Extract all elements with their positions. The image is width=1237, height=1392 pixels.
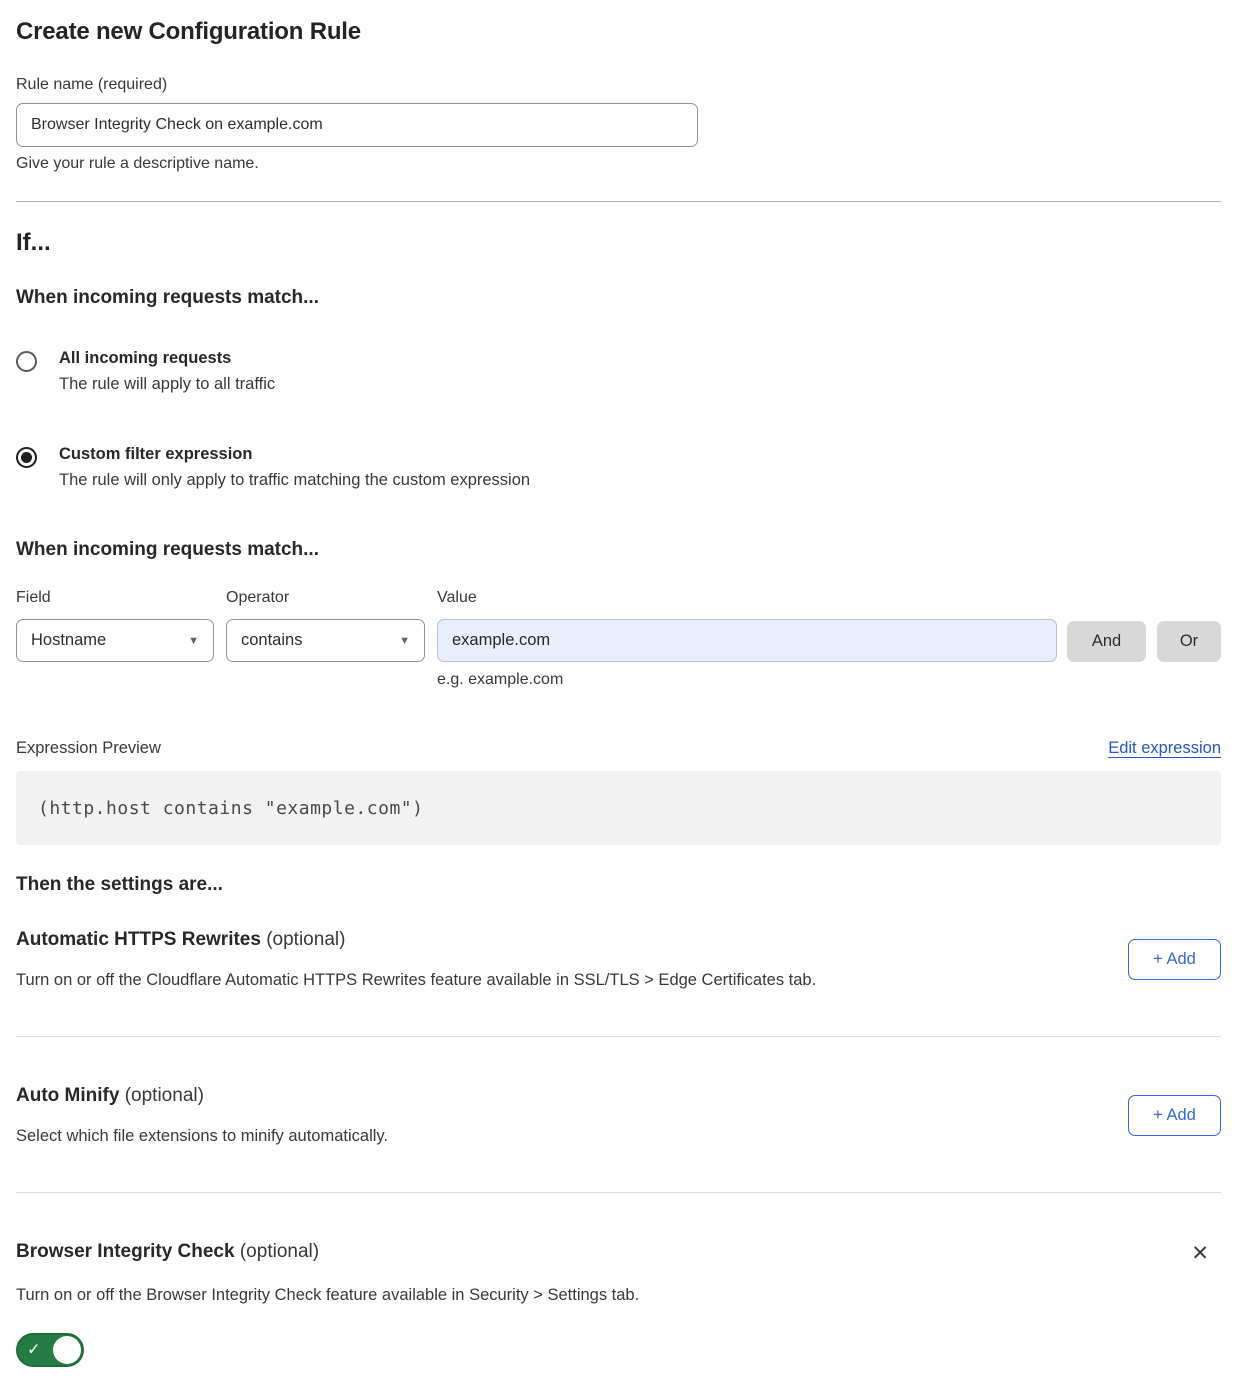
radio-option-description: The rule will apply to all traffic	[59, 375, 275, 394]
if-heading: If...	[16, 229, 1221, 257]
then-heading: Then the settings are...	[16, 874, 1221, 896]
value-label: Value	[437, 589, 1057, 607]
radio-option-label: All incoming requests	[59, 349, 275, 368]
section-divider	[16, 201, 1221, 202]
filter-heading: When incoming requests match...	[16, 539, 1221, 561]
operator-label: Operator	[226, 589, 425, 607]
setting-optional-tag: (optional)	[240, 1241, 319, 1262]
setting-auto-minify: Auto Minify (optional) Select which file…	[16, 1085, 1221, 1146]
radio-option-all-incoming-requests[interactable]: All incoming requests The rule will appl…	[16, 349, 1221, 394]
setting-description: Turn on or off the Browser Integrity Che…	[16, 1286, 1221, 1305]
setting-optional-tag: (optional)	[125, 1085, 204, 1106]
create-configuration-rule-page: Create new Configuration Rule Rule name …	[0, 0, 1237, 1392]
close-icon[interactable]: ✕	[1187, 1241, 1213, 1266]
setting-divider	[16, 1192, 1221, 1193]
and-button[interactable]: And	[1067, 621, 1146, 662]
edit-expression-link[interactable]: Edit expression	[1108, 739, 1221, 758]
toggle-knob	[53, 1336, 81, 1364]
radio-unselected-icon[interactable]	[16, 351, 37, 372]
setting-description: Turn on or off the Cloudflare Automatic …	[16, 971, 816, 990]
setting-optional-tag: (optional)	[266, 929, 345, 950]
field-select[interactable]: Hostname ▼	[16, 619, 214, 662]
radio-option-custom-filter-expression[interactable]: Custom filter expression The rule will o…	[16, 445, 1221, 490]
chevron-down-icon: ▼	[188, 635, 199, 647]
setting-browser-integrity-check: Browser Integrity Check (optional) ✕ Tur…	[16, 1241, 1221, 1372]
setting-description: Select which file extensions to minify a…	[16, 1127, 388, 1146]
setting-title: Browser Integrity Check	[16, 1241, 235, 1262]
rule-name-helper: Give your rule a descriptive name.	[16, 155, 1221, 173]
rule-name-input[interactable]	[16, 103, 698, 147]
setting-divider	[16, 1036, 1221, 1037]
operator-select[interactable]: contains ▼	[226, 619, 425, 662]
chevron-down-icon: ▼	[399, 635, 410, 647]
setting-title: Automatic HTTPS Rewrites	[16, 929, 261, 950]
expression-preview-box: (http.host contains "example.com")	[16, 771, 1221, 845]
radio-option-label: Custom filter expression	[59, 445, 530, 464]
value-helper: e.g. example.com	[437, 671, 1057, 689]
radio-option-description: The rule will only apply to traffic matc…	[59, 471, 530, 490]
operator-select-value: contains	[241, 631, 302, 650]
setting-automatic-https-rewrites: Automatic HTTPS Rewrites (optional) Turn…	[16, 929, 1221, 990]
expression-preview-header: Expression Preview Edit expression	[16, 739, 1221, 758]
rule-name-label: Rule name (required)	[16, 76, 1221, 94]
expression-code: (http.host contains "example.com")	[38, 798, 423, 819]
or-button[interactable]: Or	[1157, 621, 1221, 662]
field-select-value: Hostname	[31, 631, 106, 650]
expression-preview-label: Expression Preview	[16, 739, 161, 758]
match-heading: When incoming requests match...	[16, 287, 1221, 309]
add-automatic-https-rewrites-button[interactable]: + Add	[1128, 939, 1221, 980]
check-icon: ✓	[27, 1340, 40, 1360]
radio-selected-icon[interactable]	[16, 447, 37, 468]
page-title: Create new Configuration Rule	[16, 18, 1221, 46]
value-input[interactable]	[437, 619, 1057, 662]
add-auto-minify-button[interactable]: + Add	[1128, 1095, 1221, 1136]
field-label: Field	[16, 589, 214, 607]
setting-title: Auto Minify	[16, 1085, 119, 1106]
browser-integrity-check-toggle[interactable]: ✓	[16, 1333, 84, 1367]
filter-expression-builder: Field Hostname ▼ Operator contains ▼ Val…	[16, 589, 1221, 689]
